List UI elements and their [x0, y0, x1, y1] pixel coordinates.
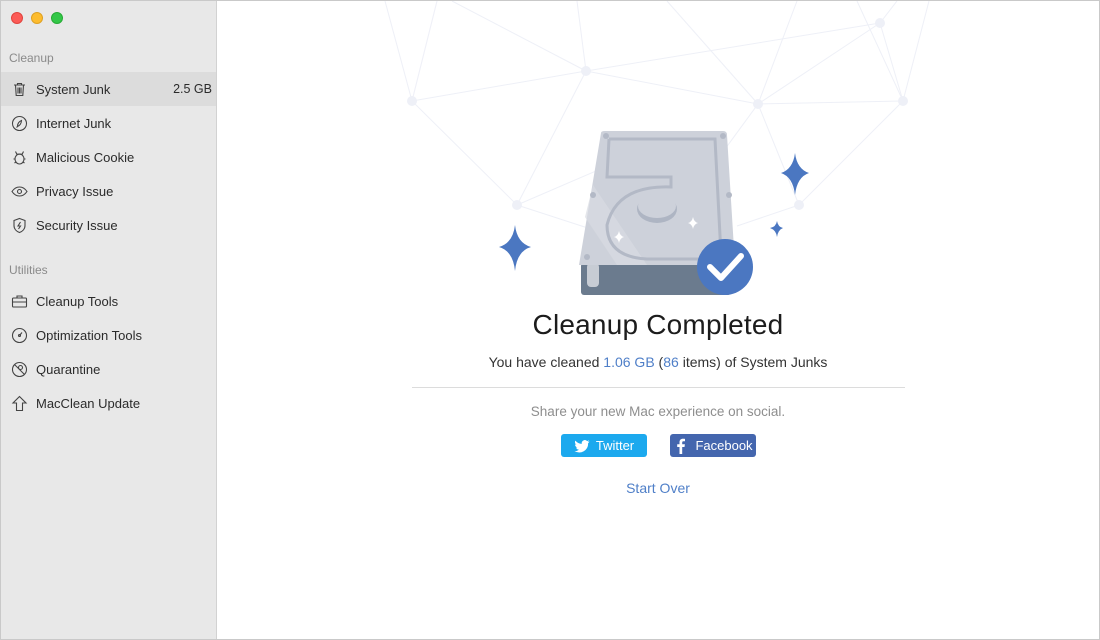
summary-prefix: You have cleaned — [488, 354, 604, 370]
main-content: Cleanup Completed You have cleaned 1.06 … — [217, 1, 1099, 639]
sidebar-item-privacy-issue[interactable]: Privacy Issue — [1, 174, 216, 208]
gauge-icon — [10, 326, 28, 344]
eye-icon — [10, 182, 28, 200]
sidebar-item-macclean-update[interactable]: MacClean Update — [1, 386, 216, 420]
twitter-icon — [574, 439, 590, 452]
sidebar-item-system-junk[interactable]: System Junk 2.5 GB — [1, 72, 216, 106]
close-window-button[interactable] — [11, 12, 23, 24]
shield-bolt-icon — [10, 216, 28, 234]
sidebar-item-internet-junk[interactable]: Internet Junk — [1, 106, 216, 140]
twitter-share-button[interactable]: Twitter — [561, 434, 647, 457]
hard-drive-illustration — [499, 131, 809, 295]
sidebar-item-security-issue[interactable]: Security Issue — [1, 208, 216, 242]
start-over-link[interactable]: Start Over — [217, 480, 1099, 496]
section-label-utilities: Utilities — [9, 263, 48, 277]
minimize-window-button[interactable] — [31, 12, 43, 24]
section-label-cleanup: Cleanup — [9, 51, 54, 65]
summary-suffix: items) of System Junks — [678, 354, 828, 370]
quarantine-icon — [10, 360, 28, 378]
sparkle-icon — [770, 221, 783, 237]
facebook-share-button[interactable]: Facebook — [670, 434, 756, 457]
sidebar-item-label: Security Issue — [36, 217, 118, 233]
facebook-label: Facebook — [695, 438, 753, 453]
sidebar-item-label: Optimization Tools — [36, 327, 142, 343]
cleanup-summary: You have cleaned 1.06 GB (86 items) of S… — [217, 354, 1099, 370]
sidebar-item-quarantine[interactable]: Quarantine — [1, 352, 216, 386]
window-controls — [11, 12, 63, 24]
sidebar-item-label: Malicious Cookie — [36, 149, 135, 165]
sparkle-icon — [499, 225, 531, 271]
sparkle-icon — [781, 153, 809, 195]
sidebar-item-label: MacClean Update — [36, 395, 141, 411]
trash-icon — [10, 80, 28, 98]
cleaned-count: 86 — [663, 354, 679, 370]
twitter-label: Twitter — [595, 438, 635, 453]
sidebar-item-optimization-tools[interactable]: Optimization Tools — [1, 318, 216, 352]
check-badge-icon — [697, 239, 753, 295]
cleaned-size: 1.06 GB — [603, 354, 655, 370]
app-window: Cleanup System Junk 2.5 GB Internet Junk — [0, 0, 1100, 640]
utilities-nav: Cleanup Tools Optimization Tools Quarant… — [1, 284, 216, 420]
share-prompt: Share your new Mac experience on social. — [530, 404, 786, 419]
maximize-window-button[interactable] — [51, 12, 63, 24]
sidebar-item-label: Internet Junk — [36, 115, 112, 131]
divider — [412, 387, 905, 388]
summary-paren: ( — [654, 354, 664, 370]
sidebar-item-label: System Junk — [36, 81, 111, 97]
facebook-icon — [677, 438, 686, 454]
page-title: Cleanup Completed — [532, 309, 784, 340]
toolbox-icon — [10, 292, 28, 310]
sidebar-item-label: Privacy Issue — [36, 183, 114, 199]
arrow-up-icon — [10, 394, 28, 412]
sidebar-item-label: Quarantine — [36, 361, 101, 377]
bug-icon — [10, 148, 28, 166]
sidebar-item-cleanup-tools[interactable]: Cleanup Tools — [1, 284, 216, 318]
size-badge: 2.5 GB — [173, 82, 212, 96]
compass-leaf-icon — [10, 114, 28, 132]
sidebar-item-label: Cleanup Tools — [36, 293, 119, 309]
cleanup-nav: System Junk 2.5 GB Internet Junk Malicio… — [1, 72, 216, 242]
sidebar: Cleanup System Junk 2.5 GB Internet Junk — [1, 1, 217, 639]
sidebar-item-malicious-cookie[interactable]: Malicious Cookie — [1, 140, 216, 174]
